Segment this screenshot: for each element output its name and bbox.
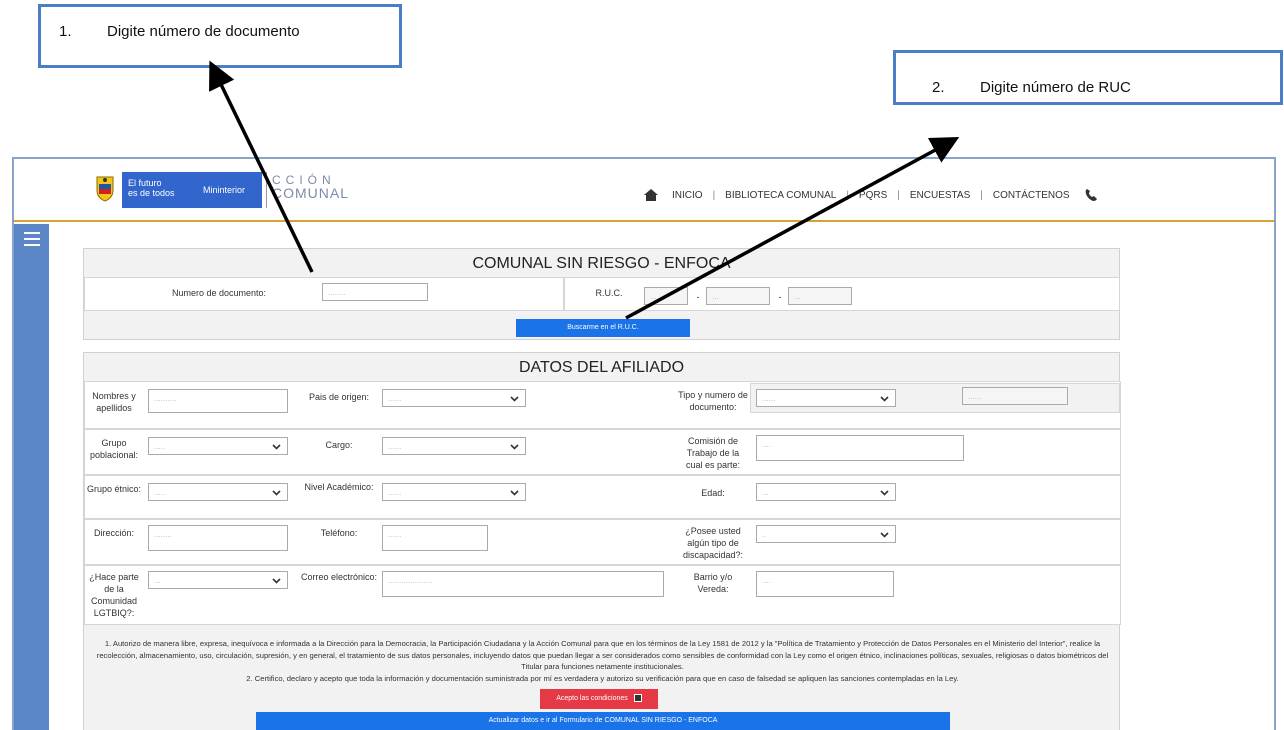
affiliate-panel: DATOS DEL AFILIADO Nombres y apellidos .… (83, 352, 1121, 730)
chevron-down-icon (272, 578, 281, 584)
menu-icon[interactable] (24, 232, 40, 246)
label-edad: Edad: (701, 488, 725, 498)
ruc-part3-input[interactable]: ... (788, 287, 852, 305)
label-comision: Comisión de Trabajo de la cual es parte: (685, 436, 741, 470)
label-nivel: Nivel Académico: (304, 482, 374, 492)
logo-divider (266, 172, 267, 208)
site-header: El futuro es de todos Mininterior CCIÓN … (14, 159, 1274, 222)
submit-update-button[interactable]: Actualizar datos e ir al Formulario de C… (256, 712, 950, 730)
label-pais: Pais de origen: (308, 392, 370, 402)
chevron-down-icon (880, 396, 889, 402)
consent-paragraph-1: 1. Autorizo de manera libre, expresa, in… (96, 639, 1109, 671)
lgtbiq-select[interactable]: ... (148, 571, 288, 589)
chevron-down-icon (510, 444, 519, 450)
callout-ruc: 2. Digite número de RUC (893, 50, 1283, 105)
sidebar (14, 224, 49, 730)
callout-number: 2. (932, 79, 945, 96)
grupo-etnico-select[interactable]: ..... (148, 483, 288, 501)
chevron-down-icon (272, 490, 281, 496)
direccion-input[interactable]: ........ (148, 525, 288, 551)
chevron-down-icon (510, 396, 519, 402)
chevron-down-icon (510, 490, 519, 496)
ruc-part2-input[interactable]: ... (706, 287, 770, 305)
pais-select[interactable]: ...... (382, 389, 526, 407)
colombia-shield-icon (96, 176, 114, 202)
document-number-input[interactable]: ........ (322, 283, 428, 301)
main-nav: INICIO | BIBLIOTECA COMUNAL | PQRS | ENC… (644, 188, 1098, 202)
accept-label: Acepto las condiciones (556, 695, 628, 702)
chevron-down-icon (880, 490, 889, 496)
callout-text: Digite número de documento (107, 23, 300, 40)
ruc-label: R.U.C. (595, 288, 623, 298)
nav-separator: | (897, 189, 900, 201)
label-discapacidad: ¿Posee usted algún tipo de discapacidad?… (682, 526, 744, 560)
comision-input[interactable]: .... (756, 435, 964, 461)
website-frame: El futuro es de todos Mininterior CCIÓN … (12, 157, 1276, 730)
panel-title: COMUNAL SIN RIESGO - ENFOCA (472, 255, 731, 272)
label-barrio: Barrio y/o Vereda: (693, 572, 733, 594)
nivel-select[interactable]: ...... (382, 483, 526, 501)
callout-document: 1. Digite número de documento (38, 4, 402, 68)
consent-paragraph-2: 2. Certifico, declaro y acepto que toda … (246, 673, 959, 683)
brand-comunal: COMUNAL (272, 185, 350, 201)
ruc-panel: COMUNAL SIN RIESGO - ENFOCA Numero de do… (83, 248, 1120, 340)
nav-inicio[interactable]: INICIO (672, 190, 703, 201)
label-direccion: Dirección: (93, 528, 134, 538)
chevron-down-icon (880, 532, 889, 538)
ruc-separator: - (778, 292, 782, 302)
logo-line2: es de todos (128, 188, 175, 198)
chevron-down-icon (272, 444, 281, 450)
nombres-input[interactable]: .......... (148, 389, 288, 413)
home-icon[interactable] (644, 189, 658, 201)
accept-conditions-button[interactable]: Acepto las condiciones (540, 689, 658, 709)
label-lgtbiq: ¿Hace parte de la Comunidad LGTBIQ?: (89, 572, 139, 618)
cargo-select[interactable]: ...... (382, 437, 526, 455)
telefono-input[interactable]: ...... (382, 525, 488, 551)
nav-separator: | (980, 189, 983, 201)
label-grupo-etnico: Grupo étnico: (86, 484, 142, 494)
tipo-doc-select[interactable]: ...... (756, 389, 896, 407)
panel-title: DATOS DEL AFILIADO (518, 359, 685, 376)
discapacidad-select[interactable]: .. (756, 525, 896, 543)
label-correo: Correo electrónico: (300, 572, 378, 582)
edad-select[interactable]: ... (756, 483, 896, 501)
nav-contactenos[interactable]: CONTÁCTENOS (993, 190, 1070, 201)
label-telefono: Teléfono: (320, 528, 358, 538)
callout-number: 1. (59, 23, 72, 40)
label-cargo: Cargo: (325, 440, 353, 450)
phone-icon[interactable] (1084, 188, 1098, 202)
label-grupo-pob: Grupo poblacional: (89, 438, 139, 460)
doc-label: Numero de documento: (171, 288, 267, 298)
nav-encuestas[interactable]: ENCUESTAS (910, 190, 970, 201)
grupo-pob-select[interactable]: ..... (148, 437, 288, 455)
checkbox-icon[interactable] (633, 694, 642, 703)
nav-separator: | (846, 189, 849, 201)
nav-pqrs[interactable]: PQRS (859, 190, 887, 201)
ruc-separator: - (696, 292, 700, 302)
nav-separator: | (712, 189, 716, 201)
label-tipo-doc: Tipo y numero de documento: (678, 390, 748, 412)
label-nombres: Nombres y apellidos (92, 391, 136, 413)
nav-biblioteca[interactable]: BIBLIOTECA COMUNAL (725, 190, 836, 201)
search-ruc-button[interactable]: Buscarme en el R.U.C. (516, 319, 690, 337)
consent-text: 1. Autorizo de manera libre, expresa, in… (84, 638, 1121, 684)
numero-doc-input[interactable]: ...... (962, 387, 1068, 405)
correo-input[interactable]: .................... (382, 571, 664, 597)
barrio-input[interactable]: .... (756, 571, 894, 597)
government-logo[interactable]: El futuro es de todos Mininterior (122, 172, 262, 208)
callout-text: Digite número de RUC (980, 79, 1131, 96)
ruc-part1-input[interactable]: ... (644, 287, 688, 305)
logo-ministry: Mininterior (203, 185, 246, 195)
logo-line1: El futuro (128, 178, 162, 188)
